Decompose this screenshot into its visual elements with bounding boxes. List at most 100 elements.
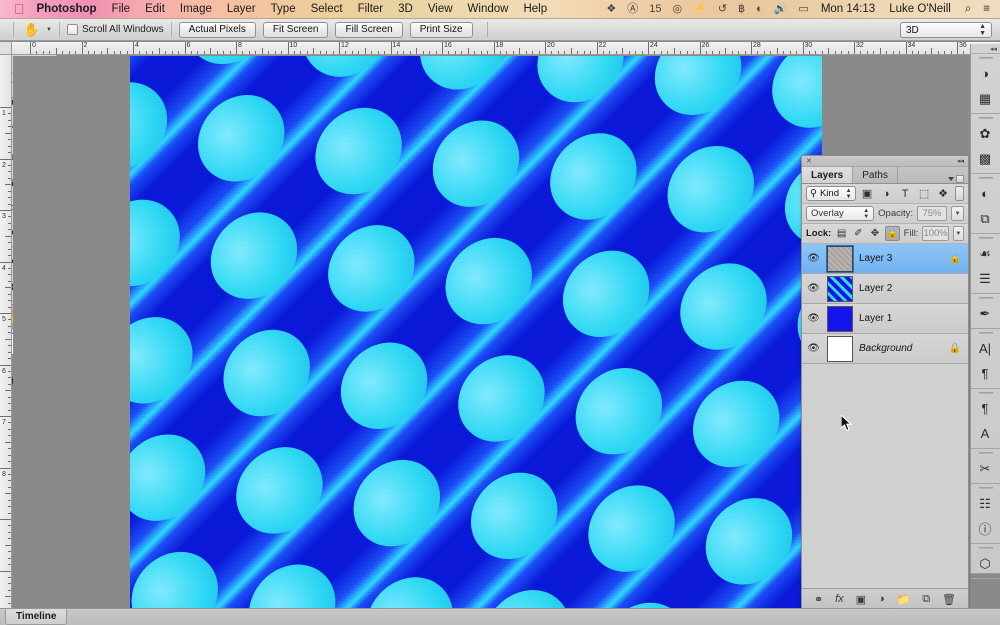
eyeconnect-icon[interactable]: ◎	[673, 3, 683, 15]
print-size-button[interactable]: Print Size	[409, 21, 473, 38]
layers-panel-titlebar[interactable]: ✕ ◂◂	[802, 156, 968, 167]
layer-list[interactable]: 👁 Layer 3 🔒 👁 Layer 2 👁 Layer 1 👁 Backgr…	[802, 244, 968, 587]
lock-all-icon[interactable]: 🔒	[885, 226, 900, 241]
measurement-log-panel-icon[interactable]: ☷	[971, 491, 999, 516]
notification-center-icon[interactable]: ≡	[983, 3, 990, 15]
ruler-corner[interactable]	[0, 42, 12, 55]
tab-layers[interactable]: Layers	[802, 167, 854, 183]
filter-type-layers-icon[interactable]: T	[898, 186, 913, 201]
layer-visibility-eye-icon[interactable]: 👁	[806, 283, 821, 294]
layers-panel-menu-button[interactable]	[948, 175, 964, 183]
filter-toggle-switch[interactable]	[954, 186, 965, 201]
paragraph-panel-icon[interactable]: ¶	[971, 361, 999, 386]
swatches-panel-icon[interactable]: ▦	[971, 86, 999, 111]
fill-screen-button[interactable]: Fill Screen	[335, 21, 403, 38]
layer-row-layer-2[interactable]: 👁 Layer 2	[802, 274, 968, 304]
menubar-username[interactable]: Luke O'Neill	[889, 3, 951, 15]
actions-panel-icon[interactable]: ☰	[971, 266, 999, 291]
add-layer-mask-button[interactable]: ▣	[856, 593, 866, 606]
fill-slider-chevron-down-icon[interactable]: ▼	[952, 226, 965, 241]
new-group-button[interactable]: 📁	[897, 593, 911, 606]
dock-collapse-icon[interactable]: ◂◂	[971, 44, 1000, 54]
menu-item-photoshop[interactable]: Photoshop	[37, 3, 97, 15]
menu-item-help[interactable]: Help	[523, 3, 547, 15]
wifi-icon[interactable]: ◐	[756, 3, 763, 15]
info-panel-icon[interactable]: ⓘ	[971, 516, 999, 541]
brush-presets-panel-icon[interactable]: ▩	[971, 146, 999, 171]
new-adjustment-layer-button[interactable]: ◑	[878, 593, 885, 605]
opacity-value[interactable]: 75%	[917, 206, 947, 221]
flash-icon[interactable]: ⚡	[693, 3, 707, 15]
battery-icon[interactable]: ▭	[798, 3, 808, 15]
blend-mode-select[interactable]: Overlay ▲ ▼	[806, 206, 875, 221]
layer-visibility-eye-icon[interactable]: 👁	[806, 253, 821, 264]
lock-image-pixels-icon[interactable]: ✐	[852, 226, 865, 241]
layers-panel-collapse-icon[interactable]: ◂◂	[957, 157, 964, 165]
hand-tool-icon[interactable]: ✋	[21, 21, 43, 38]
layer-name[interactable]: Layer 1	[859, 313, 964, 324]
panel-menu-lines-icon[interactable]	[956, 175, 964, 183]
menu-item-layer[interactable]: Layer	[227, 3, 256, 15]
character-styles-panel-icon[interactable]: ¶	[971, 396, 999, 421]
layer-row-layer-1[interactable]: 👁 Layer 1	[802, 304, 968, 334]
layer-row-background[interactable]: 👁 Background 🔒	[802, 334, 968, 364]
adobe-cc-icon[interactable]: Ⓐ	[627, 3, 638, 15]
dropbox-icon[interactable]: ❖	[606, 3, 616, 15]
dock-grip[interactable]	[971, 174, 1000, 181]
opacity-slider-chevron-down-icon[interactable]: ▼	[951, 206, 964, 221]
styles-panel-icon[interactable]: ✿	[971, 121, 999, 146]
menu-item-window[interactable]: Window	[468, 3, 509, 15]
dock-grip[interactable]	[971, 389, 1000, 396]
vertical-ruler[interactable]: 12345678	[0, 55, 12, 608]
blend-mode-stepper-icon[interactable]: ▲ ▼	[863, 208, 869, 220]
layer-comps-panel-icon[interactable]: ⧉	[971, 206, 999, 231]
layer-visibility-eye-icon[interactable]: 👁	[806, 343, 821, 354]
adjustments-panel-icon[interactable]: ◐	[971, 181, 999, 206]
workspace-stepper-icon[interactable]: ▲ ▼	[979, 23, 986, 37]
layer-row-layer-3[interactable]: 👁 Layer 3 🔒	[802, 244, 968, 274]
dock-grip[interactable]	[971, 54, 1000, 61]
layers-panel-close-icon[interactable]: ✕	[806, 157, 812, 165]
menu-item-edit[interactable]: Edit	[145, 3, 165, 15]
character-panel-icon[interactable]: A|	[971, 336, 999, 361]
layer-name[interactable]: Layer 3	[859, 253, 943, 264]
layer-thumbnail[interactable]	[827, 335, 853, 362]
menu-item-3d[interactable]: 3D	[398, 3, 413, 15]
delete-layer-button[interactable]: 🗑	[942, 593, 956, 606]
color-panel-icon[interactable]: ◑	[971, 61, 999, 86]
time-machine-icon[interactable]: ↺	[718, 3, 727, 15]
spotlight-search-icon[interactable]: ⌕	[965, 3, 971, 16]
dock-grip[interactable]	[971, 329, 1000, 336]
layer-thumbnail[interactable]	[826, 244, 854, 273]
menubar-clock[interactable]: Mon 14:13	[821, 3, 875, 15]
layer-visibility-eye-icon[interactable]: 👁	[806, 313, 821, 324]
menu-item-image[interactable]: Image	[180, 3, 212, 15]
volume-icon[interactable]: 🔊	[774, 3, 788, 15]
lock-transparent-pixels-icon[interactable]: ▤	[835, 226, 848, 241]
layer-name[interactable]: Layer 2	[859, 283, 964, 294]
menu-item-filter[interactable]: Filter	[358, 3, 384, 15]
apple-logo-icon[interactable]: 	[14, 2, 25, 16]
dock-grip[interactable]	[971, 234, 1000, 241]
dock-grip[interactable]	[971, 294, 1000, 301]
filter-adjustment-layers-icon[interactable]: ◑	[879, 186, 894, 201]
fit-screen-button[interactable]: Fit Screen	[262, 21, 329, 38]
filter-smart-objects-icon[interactable]: ❖	[936, 186, 951, 201]
menu-item-view[interactable]: View	[428, 3, 453, 15]
menu-item-type[interactable]: Type	[271, 3, 296, 15]
document-canvas[interactable]	[130, 56, 822, 608]
panel-menu-chevron-down-icon[interactable]	[948, 177, 954, 181]
brush-panel-icon[interactable]: ✒	[971, 301, 999, 326]
menu-item-select[interactable]: Select	[311, 3, 343, 15]
workspace-selector[interactable]: 3D ▲ ▼	[900, 22, 992, 38]
layer-thumbnail[interactable]	[827, 275, 853, 302]
layer-name[interactable]: Background	[859, 343, 943, 354]
horizontal-ruler[interactable]: 0 2 4 6 8 10 12 14 16 18 20 22 24 26 28 30 32 34 36	[12, 42, 1000, 55]
dock-grip[interactable]	[971, 484, 1000, 491]
dock-grip[interactable]	[971, 449, 1000, 456]
tab-paths[interactable]: Paths	[853, 167, 898, 183]
layer-filter-kind-select[interactable]: ⚲ Kind ▲ ▼	[806, 186, 856, 201]
fill-value[interactable]: 100%	[922, 226, 949, 241]
paragraph-styles-panel-icon[interactable]: A	[971, 421, 999, 446]
actual-pixels-button[interactable]: Actual Pixels	[178, 21, 256, 38]
